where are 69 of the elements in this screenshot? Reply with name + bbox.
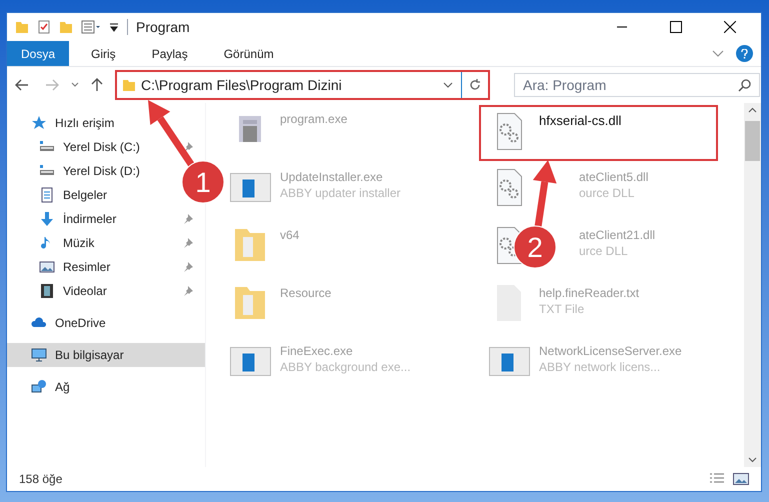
scrollbar-thumb[interactable] [745, 121, 760, 161]
nav-item[interactable]: Ağ [55, 378, 70, 396]
file-name: program.exe [280, 111, 348, 127]
ribbon-tab[interactable]: Giriş [77, 41, 130, 66]
nav-item[interactable]: Bu bilgisayar [7, 343, 205, 367]
network-icon [31, 379, 47, 395]
file-name: help.fineReader.txt [539, 285, 640, 301]
folder-file-icon [235, 229, 265, 261]
step-badge: 2 [514, 226, 556, 268]
app-file-icon [230, 346, 270, 376]
nav-item[interactable]: OneDrive [55, 314, 106, 332]
dll-file-icon [496, 168, 522, 206]
file-name: ateClient21.dll [579, 227, 656, 243]
nav-item[interactable]: Müzik [63, 234, 94, 252]
folder-icon [123, 80, 135, 90]
search-icon [738, 78, 751, 92]
chevron-icon[interactable] [712, 50, 724, 58]
annotation-arrow [148, 100, 196, 169]
dropdown-icon[interactable] [71, 82, 79, 88]
ribbon-tab[interactable]: Paylaş [138, 41, 202, 66]
step-badge: 1 [182, 160, 224, 204]
pictures-icon [39, 259, 55, 275]
nav-item[interactable]: Belgeler [63, 186, 108, 204]
item-count: 158 öğe [19, 471, 62, 488]
nav-item[interactable]: Resimler [63, 258, 110, 276]
large-icons-view-icon[interactable] [733, 472, 749, 486]
window-title: Program [136, 18, 190, 37]
file-name: FineExec.exe [280, 343, 353, 359]
ribbon-tab[interactable]: Görünüm [210, 41, 288, 66]
maximize-icon [670, 21, 682, 33]
refresh-icon[interactable] [468, 78, 482, 92]
file-description: TXT File [539, 301, 584, 317]
dropdown-icon[interactable] [443, 82, 453, 88]
file-name: hfxserial-cs.dll [539, 113, 622, 129]
app-file-icon [488, 346, 530, 376]
nav-item[interactable]: Yerel Disk (C:) [63, 138, 140, 156]
file-name: v64 [280, 227, 300, 243]
file-description: urce DLL [579, 243, 628, 259]
search-field[interactable]: Ara: Program [514, 73, 760, 97]
videos-icon [39, 283, 55, 299]
properties-icon[interactable] [37, 20, 51, 34]
up-icon[interactable] [91, 78, 103, 92]
star-icon [31, 115, 47, 131]
file-description: ABBY background exe... [280, 359, 411, 375]
file-description: ABBY network licens... [539, 359, 660, 375]
app-file-icon [230, 172, 270, 202]
nav-item[interactable]: İndirmeler [63, 210, 116, 228]
help-icon[interactable] [736, 45, 753, 62]
address-bar[interactable]: C:\Program Files\Program Dizini [115, 70, 490, 100]
documents-icon [39, 187, 55, 203]
dll-file-icon [496, 112, 522, 150]
file-name: ateClient5.dll [579, 169, 648, 185]
file-description: ource DLL [579, 185, 634, 201]
nav-item[interactable]: Yerel Disk (D:) [63, 162, 140, 180]
nav-item[interactable]: Hızlı erişim [55, 114, 114, 132]
list-icon[interactable] [81, 20, 101, 34]
computer-icon [31, 347, 47, 363]
downloads-icon [39, 211, 55, 227]
nav-item[interactable]: Videolar [63, 282, 107, 300]
scrollbar[interactable] [744, 103, 761, 467]
close-icon [724, 21, 736, 33]
back-icon[interactable] [15, 79, 29, 91]
file-name: UpdateInstaller.exe [280, 169, 383, 185]
folder-file-icon [235, 287, 265, 319]
ribbon-tab[interactable]: Dosya [7, 41, 70, 66]
file-name: Resource [280, 285, 332, 301]
setup-file-icon [239, 116, 261, 142]
file-name: NetworkLicenseServer.exe [539, 343, 682, 359]
file-description: ABBY updater installer [280, 185, 401, 201]
